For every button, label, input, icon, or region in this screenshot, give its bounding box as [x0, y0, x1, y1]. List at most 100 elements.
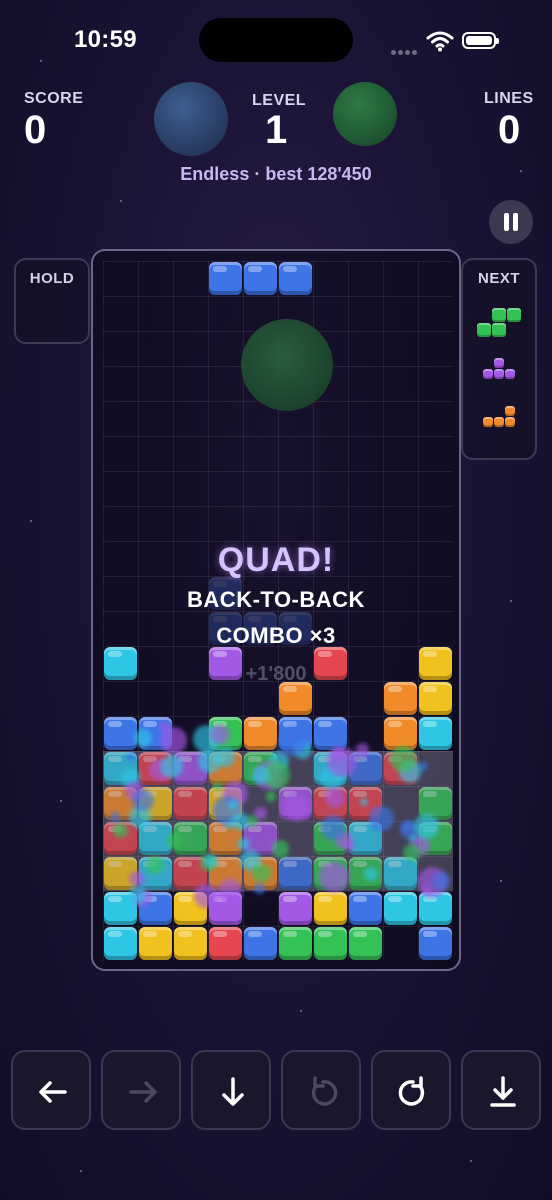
active-piece-cell [279, 262, 312, 295]
stack-cell [279, 857, 312, 890]
next-piece-cell [482, 417, 493, 427]
stack-cell [419, 787, 452, 820]
score-value: 0 [24, 108, 47, 152]
stack-cell [104, 752, 137, 785]
move-left-button[interactable] [11, 1050, 91, 1130]
stack-cell [244, 857, 277, 890]
next-piece-cell [491, 308, 506, 322]
stack-cell [139, 752, 172, 785]
stack-cell [139, 857, 172, 890]
stack-cell [419, 682, 452, 715]
active-piece-cell [244, 262, 277, 295]
stack-cell [104, 892, 137, 925]
stack-cell [139, 927, 172, 960]
stack-cell [139, 892, 172, 925]
hard-drop-icon [490, 1076, 516, 1107]
stack-cell [174, 857, 207, 890]
hold-label: HOLD [29, 270, 75, 287]
battery-icon [462, 32, 499, 49]
stack-cell [139, 822, 172, 855]
hold-panel[interactable]: HOLD [14, 258, 90, 344]
stack-cell [209, 717, 242, 750]
next-piece-cell [504, 369, 515, 379]
stack-cell [419, 717, 452, 750]
pause-button[interactable] [489, 200, 533, 244]
next-piece-cell [493, 369, 504, 379]
stack-cell [314, 892, 347, 925]
stack-cell [279, 682, 312, 715]
lines-value: 0 [498, 108, 521, 152]
stack-cell [279, 892, 312, 925]
next-piece-cell [476, 323, 491, 337]
status-bar: 10:59 [0, 0, 552, 80]
stack-cell [349, 822, 382, 855]
next-piece-cell [504, 417, 515, 427]
rotate-cw-icon [398, 1076, 425, 1106]
stack-cell [314, 927, 347, 960]
stack-cell [349, 787, 382, 820]
next-piece-cell [504, 406, 515, 416]
stack-cell [174, 787, 207, 820]
stack-cell [349, 857, 382, 890]
stack-cell [244, 752, 277, 785]
stack-cell [209, 857, 242, 890]
stack-cell [419, 822, 452, 855]
stack-cell [419, 892, 452, 925]
soft-drop-button[interactable] [191, 1050, 271, 1130]
stack-cell [104, 822, 137, 855]
decorative-orb-green [333, 82, 397, 146]
stack-cell [209, 822, 242, 855]
stack-cell [244, 717, 277, 750]
stack-cell [314, 787, 347, 820]
cellular-signal-icon [391, 42, 419, 60]
stack-cell [104, 927, 137, 960]
stack-cell [174, 892, 207, 925]
stack-cell [104, 857, 137, 890]
stack-cell [139, 787, 172, 820]
stack-cell [349, 927, 382, 960]
stack-cell [384, 892, 417, 925]
stack-cell [384, 682, 417, 715]
arrow-left-icon [39, 1081, 67, 1103]
stack-cell [209, 892, 242, 925]
score-label: SCORE [24, 90, 84, 107]
stack-cell [384, 857, 417, 890]
next-piece-cell [506, 308, 521, 322]
status-time: 10:59 [74, 26, 137, 53]
lines-label: LINES [484, 90, 534, 107]
stack-cell [314, 752, 347, 785]
stack-cell [209, 927, 242, 960]
combo-points: +1'800 [245, 663, 307, 685]
game-board[interactable]: QUAD! BACK-TO-BACK COMBO ×3 +1'800 [91, 249, 461, 971]
dynamic-island [199, 18, 353, 62]
stack-cell [174, 927, 207, 960]
active-piece-cell [209, 262, 242, 295]
combo-subtitle: BACK-TO-BACK [187, 587, 365, 612]
arrow-down-icon [222, 1077, 244, 1106]
stack-cell [349, 752, 382, 785]
stack-cell [139, 717, 172, 750]
mode-subtitle: Endless · best 128'450 [180, 164, 372, 184]
wifi-icon [426, 31, 454, 52]
stack-cell [174, 822, 207, 855]
stack-cell [384, 752, 417, 785]
stack-cell [314, 717, 347, 750]
stack-cell [349, 892, 382, 925]
move-right-button[interactable] [101, 1050, 181, 1130]
decorative-orb-blue [154, 82, 228, 156]
stack-cell [419, 927, 452, 960]
stack-cell [279, 787, 312, 820]
rotate-left-button[interactable] [281, 1050, 361, 1130]
next-label: NEXT [477, 270, 520, 287]
combo-title: QUAD! [217, 541, 335, 579]
rotate-right-button[interactable] [371, 1050, 451, 1130]
hard-drop-button[interactable] [461, 1050, 541, 1130]
stack-cell [314, 857, 347, 890]
next-panel: NEXT [461, 258, 537, 460]
stack-cell [209, 787, 242, 820]
stack-cell [104, 717, 137, 750]
stack-cell [279, 927, 312, 960]
stack-cell [244, 822, 277, 855]
stack-cell [384, 717, 417, 750]
stack-cell [174, 752, 207, 785]
